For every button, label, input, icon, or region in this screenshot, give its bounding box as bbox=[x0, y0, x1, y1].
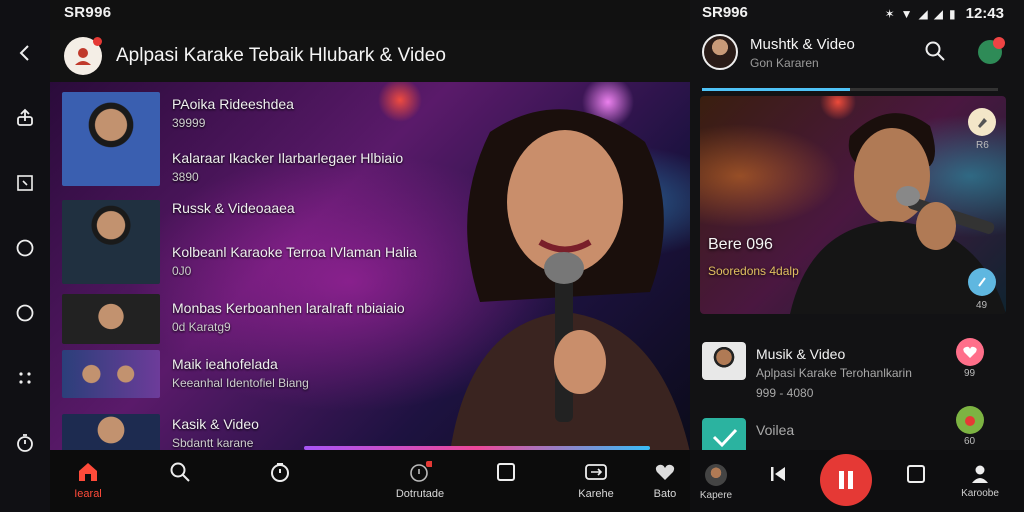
list-item-title: Kolbeanl Karaoke Terroa IVlaman Halia bbox=[172, 244, 417, 260]
share-icon[interactable] bbox=[12, 105, 38, 131]
square-icon bbox=[907, 465, 925, 483]
chip-count: R6 bbox=[976, 140, 989, 151]
header-title: Mushtk & Video bbox=[750, 36, 855, 53]
player-pane: SR996 ✶ ▼ ◢ ◢ ▮ 12:43 Mushtk & Video Gon… bbox=[690, 0, 1024, 512]
page-title: Aplpasi Karake Tebaik Hlubark & Video bbox=[116, 45, 446, 66]
heart-icon[interactable] bbox=[956, 338, 984, 366]
nav-timer[interactable] bbox=[240, 460, 320, 484]
video-player[interactable]: Bere 096 Sooredons 4dalp R6 49 bbox=[700, 96, 1006, 314]
list-item-sub: 3890 bbox=[172, 170, 199, 184]
app-logo[interactable] bbox=[64, 37, 102, 75]
prev-icon bbox=[771, 467, 785, 481]
list-item-title: Musik & Video bbox=[756, 346, 846, 362]
circle-icon[interactable] bbox=[12, 235, 38, 261]
fruit-icon[interactable] bbox=[956, 406, 984, 434]
app-bar: Aplpasi Karake Tebaik Hlubark & Video bbox=[50, 30, 690, 82]
bottom-nav: Iearal Dotrutade Karehe Bato bbox=[50, 450, 690, 512]
list-item-title: PAoika Rideeshdea bbox=[172, 96, 294, 112]
wifi-icon: ▼ bbox=[900, 6, 913, 21]
signal-icon: ◢ bbox=[918, 6, 928, 21]
list-item-title: Monbas Kerboanhen laralraft nbiaiaio bbox=[172, 300, 405, 316]
record-icon[interactable] bbox=[978, 37, 1005, 64]
screen: SR996 Aplpasi Karake Tebaik Hlubark & Vi… bbox=[0, 0, 1024, 512]
list-item-sub: Keeanhal Identofiel Biang bbox=[172, 376, 309, 390]
person-icon bbox=[972, 465, 988, 483]
list-item[interactable]: Russk & Videoaaea Kolbeanl Karaoke Terro… bbox=[62, 198, 422, 304]
list-item-title: Russk & Videoaaea bbox=[172, 200, 295, 216]
signal-icon: ◢ bbox=[933, 6, 944, 21]
hotspot-icon: ✶ bbox=[884, 6, 895, 21]
timer-icon[interactable] bbox=[12, 430, 38, 456]
nav-karaoke-profile[interactable]: Karoobe bbox=[950, 464, 1010, 499]
nav-square[interactable] bbox=[466, 460, 546, 484]
back-icon[interactable] bbox=[12, 40, 38, 66]
prev-button[interactable] bbox=[748, 464, 808, 484]
circle-icon[interactable] bbox=[12, 300, 38, 326]
dots-icon[interactable] bbox=[12, 365, 38, 391]
mic-chip-icon[interactable] bbox=[968, 108, 996, 136]
singer-image bbox=[450, 109, 690, 452]
thumbnail bbox=[62, 350, 160, 398]
list-item-title: Maik ieahofelada bbox=[172, 356, 278, 372]
status-label: SR996 bbox=[702, 4, 748, 21]
nav-profile[interactable]: Kapere bbox=[690, 464, 746, 501]
player-controls: Kapere Karoobe bbox=[690, 450, 1024, 512]
thumbnail bbox=[62, 294, 160, 344]
list-item-sub: 39999 bbox=[172, 116, 206, 130]
player-title: Bere 096 bbox=[708, 236, 773, 253]
square-button[interactable] bbox=[886, 464, 946, 484]
search-icon bbox=[168, 460, 192, 484]
list-item-title: Voilea bbox=[756, 422, 795, 438]
chip-count: 49 bbox=[976, 300, 988, 311]
list-item[interactable]: Musik & Video Aplpasi Karake Terohanlkar… bbox=[702, 338, 1002, 400]
square-icon bbox=[494, 460, 518, 484]
list-item-sub: 999 - 4080 bbox=[756, 386, 814, 400]
list-item-sub: Aplpasi Karake Terohanlkarin bbox=[756, 366, 912, 380]
status-label: SR996 bbox=[64, 4, 112, 21]
heart-icon bbox=[653, 460, 677, 484]
clock: 12:43 bbox=[965, 5, 1004, 22]
avatar-icon bbox=[705, 464, 727, 486]
list-item-title: Kalaraar Ikacker Ilarbarlegaer Hlbiaio bbox=[172, 150, 404, 166]
item-count: 99 bbox=[964, 368, 976, 379]
download-icon bbox=[408, 460, 432, 484]
search-icon[interactable] bbox=[924, 40, 946, 67]
header-subtitle: Gon Kararen bbox=[750, 56, 819, 70]
nav-home[interactable]: Iearal bbox=[50, 460, 128, 500]
home-icon bbox=[76, 460, 100, 484]
notification-dot bbox=[93, 37, 102, 46]
pause-button[interactable] bbox=[820, 454, 872, 506]
player-subtitle: Sooredons 4dalp bbox=[708, 264, 799, 278]
music-chip-icon[interactable] bbox=[968, 268, 996, 296]
nav-rail bbox=[0, 0, 50, 512]
nav-search[interactable] bbox=[140, 460, 220, 484]
list-item-sub: Sbdantt karane bbox=[172, 436, 254, 450]
item-count: 60 bbox=[964, 436, 976, 447]
swap-icon bbox=[584, 460, 608, 484]
timer-icon bbox=[268, 460, 292, 484]
avatar[interactable] bbox=[702, 34, 738, 70]
nav-download[interactable]: Dotrutade bbox=[380, 460, 460, 500]
status-icons: ✶ ▼ ◢ ◢ ▮ 12:43 bbox=[885, 5, 1004, 22]
thumbnail bbox=[702, 342, 746, 380]
thumbnail bbox=[62, 414, 160, 454]
thumbnail bbox=[62, 200, 160, 284]
list-item-title: Kasik & Video bbox=[172, 416, 259, 432]
thumbnail bbox=[62, 92, 160, 186]
tab-indicator bbox=[702, 88, 998, 91]
battery-icon: ▮ bbox=[949, 6, 956, 21]
video-list: PAoika Rideeshdea 39999 Kalaraar Ikacker… bbox=[62, 92, 422, 454]
pause-icon bbox=[839, 471, 853, 489]
list-item-sub: 0J0 bbox=[172, 264, 192, 278]
main-pane: SR996 Aplpasi Karake Tebaik Hlubark & Vi… bbox=[50, 0, 690, 512]
frame-icon[interactable] bbox=[12, 170, 38, 196]
nav-favorites[interactable]: Bato bbox=[640, 460, 690, 500]
list-item[interactable]: Kasik & Video Sbdantt karane bbox=[62, 414, 422, 454]
nav-karaoke[interactable]: Karehe bbox=[556, 460, 636, 500]
list-item-sub: 0d Karatg9 bbox=[172, 320, 231, 334]
list-item[interactable]: Monbas Kerboanhen laralraft nbiaiaio 0d … bbox=[62, 294, 422, 414]
list-item[interactable]: PAoika Rideeshdea 39999 Kalaraar Ikacker… bbox=[62, 92, 422, 198]
player-header: Mushtk & Video Gon Kararen bbox=[702, 34, 1012, 74]
